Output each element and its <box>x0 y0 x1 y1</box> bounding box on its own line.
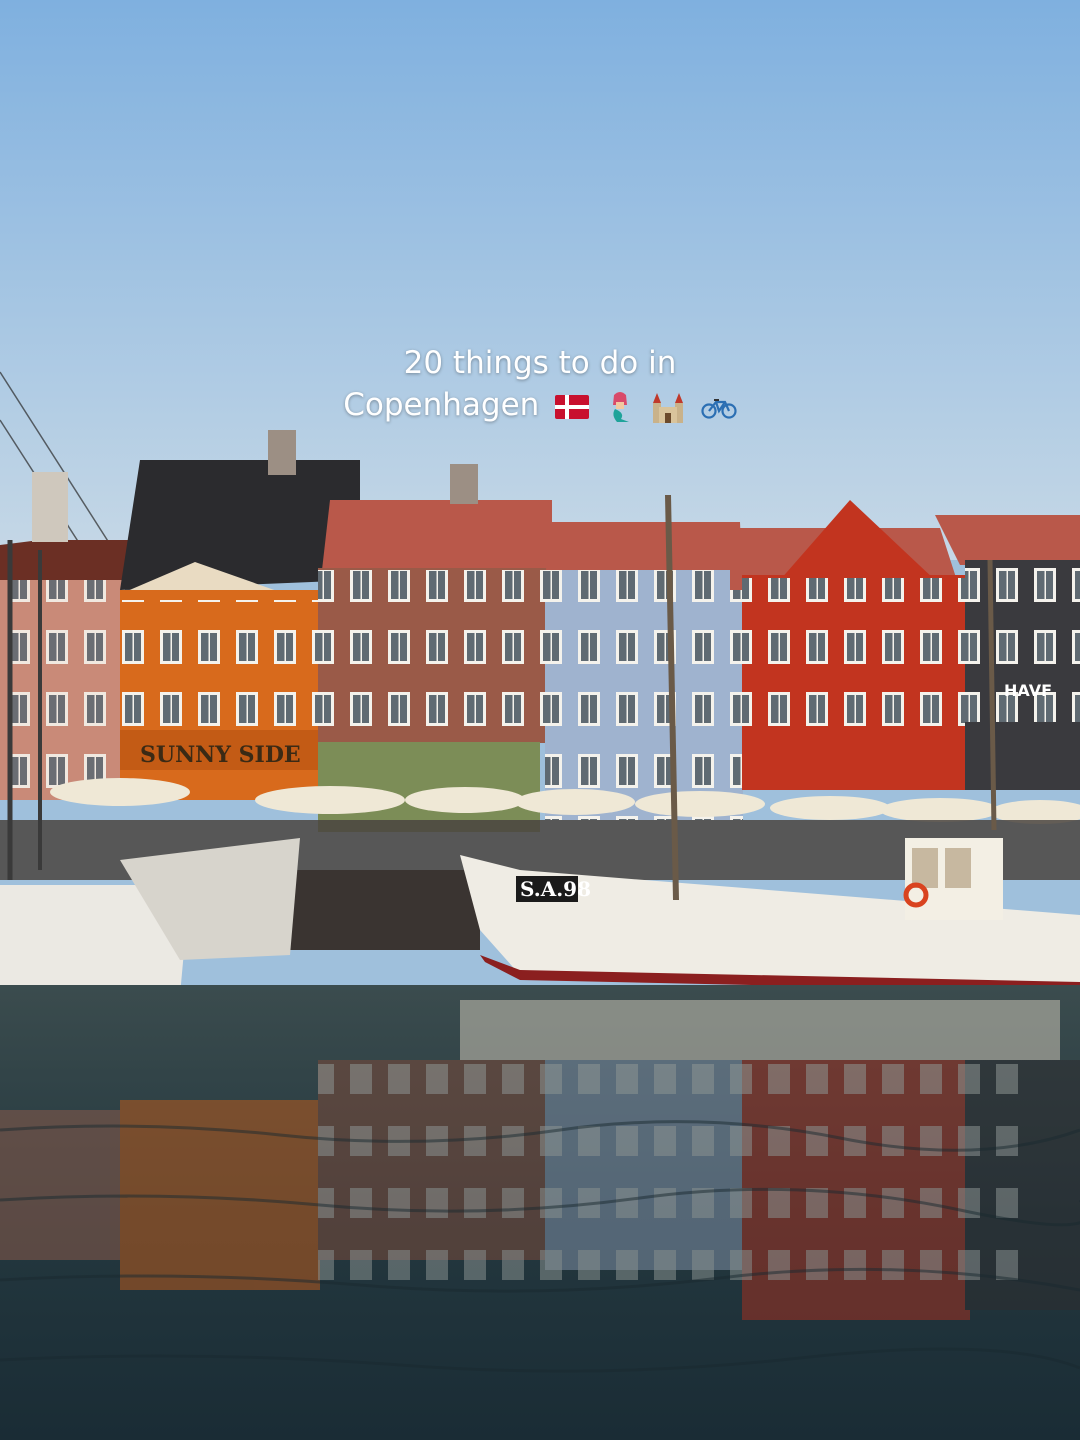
denmark-flag-icon <box>555 394 590 419</box>
caption-city: Copenhagen <box>343 387 540 423</box>
castle-icon <box>652 392 683 423</box>
caption-line-2: Copenhagen <box>0 384 1080 426</box>
bicycle-icon <box>701 398 737 419</box>
boat-registration: S.A.98 <box>520 877 591 901</box>
caption-overlay: 20 things to do in Copenhagen <box>0 342 1080 426</box>
photo-frame: SUNNY SIDE HAVF S.A.98 20 things to do i… <box>0 0 1080 1440</box>
cafe-sign: SUNNY SIDE <box>140 742 301 768</box>
quay-wall <box>280 870 480 950</box>
shop-sign: HAVF <box>1004 681 1052 700</box>
caption-line-1: 20 things to do in <box>403 345 677 381</box>
mermaid-icon <box>613 391 630 422</box>
nyhavn-canal-photo: SUNNY SIDE HAVF S.A.98 <box>0 0 1080 1440</box>
